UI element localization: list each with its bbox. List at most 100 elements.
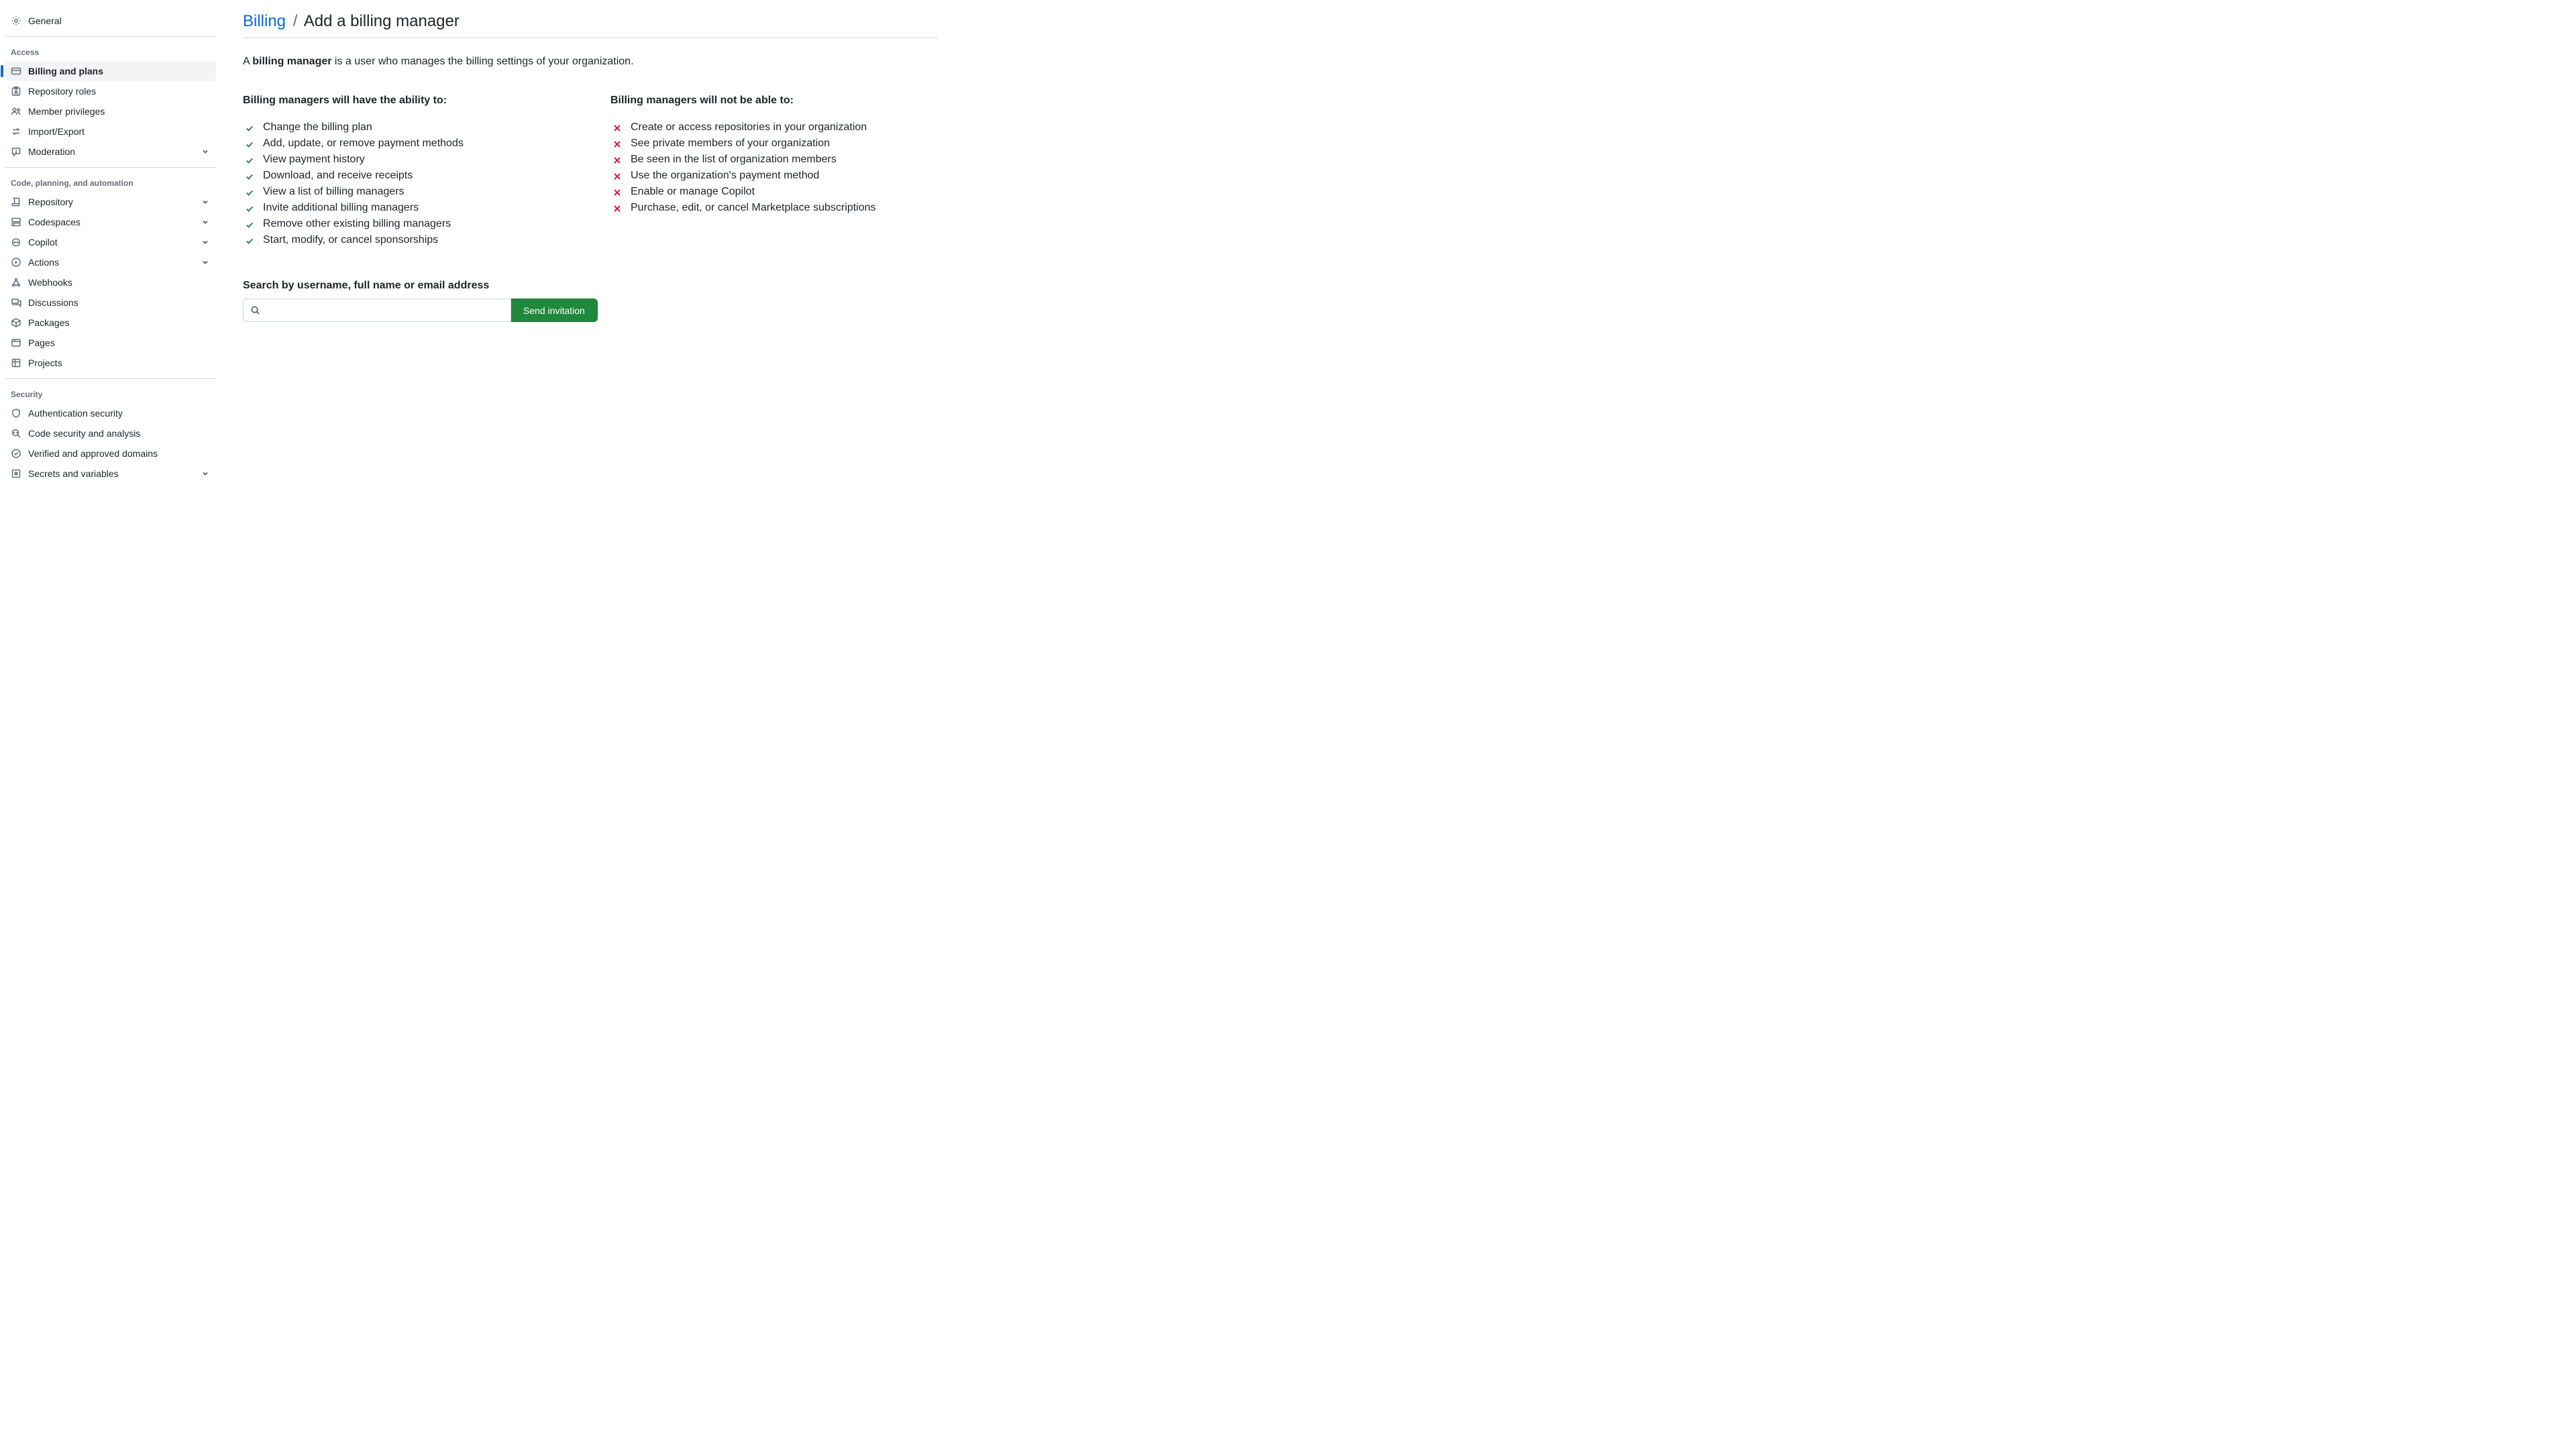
check-icon bbox=[243, 186, 256, 199]
ability-text: Create or access repositories in your or… bbox=[631, 121, 867, 133]
sidebar-label: Packages bbox=[28, 317, 211, 328]
ability-text: Invite additional billing managers bbox=[263, 202, 419, 214]
sidebar-item-packages[interactable]: Packages bbox=[5, 313, 216, 333]
main-content: Billing / Add a billing manager A billin… bbox=[221, 0, 959, 494]
intro-prefix: A bbox=[243, 56, 252, 67]
sidebar-item-billing-and-plans[interactable]: Billing and plans bbox=[5, 61, 216, 81]
sidebar-item-repository[interactable]: Repository bbox=[5, 192, 216, 212]
check-icon bbox=[243, 121, 256, 135]
cross-icon bbox=[610, 186, 624, 199]
sidebar-label: Webhooks bbox=[28, 277, 211, 288]
abilities-willnot-title: Billing managers will not be able to: bbox=[610, 95, 938, 107]
sidebar-item-authentication-security[interactable]: Authentication security bbox=[5, 403, 216, 423]
sidebar-label: Discussions bbox=[28, 297, 211, 308]
check-circle-icon bbox=[11, 448, 21, 459]
ability-willnot-item: Be seen in the list of organization memb… bbox=[610, 152, 938, 168]
willnot-prefix: Billing managers bbox=[610, 95, 700, 106]
sidebar-label: Verified and approved domains bbox=[28, 448, 211, 459]
breadcrumb-current: Add a billing manager bbox=[304, 12, 460, 30]
people-icon bbox=[11, 106, 21, 117]
sidebar-item-moderation[interactable]: Moderation bbox=[5, 142, 216, 162]
search-input-wrap bbox=[243, 299, 511, 322]
will-prefix: Billing managers bbox=[243, 95, 332, 106]
ability-will-item: View payment history bbox=[243, 152, 570, 168]
abilities-section: Billing managers will have the ability t… bbox=[243, 95, 938, 249]
sidebar-label: Repository bbox=[28, 197, 200, 207]
abilities-will-list: Change the billing plan Add, update, or r… bbox=[243, 120, 570, 249]
sidebar-item-projects[interactable]: Projects bbox=[5, 353, 216, 373]
ability-text: View a list of billing managers bbox=[263, 186, 404, 198]
check-icon bbox=[243, 138, 256, 151]
cross-icon bbox=[610, 138, 624, 151]
chevron-down-icon bbox=[200, 468, 211, 479]
ability-willnot-item: Use the organization's payment method bbox=[610, 168, 938, 184]
ability-will-item: Change the billing plan bbox=[243, 120, 570, 136]
sidebar-label: Moderation bbox=[28, 146, 200, 157]
will-bold: will bbox=[332, 95, 350, 106]
willnot-suffix: be able to: bbox=[737, 95, 793, 106]
ability-willnot-item: Create or access repositories in your or… bbox=[610, 120, 938, 136]
copilot-icon bbox=[11, 237, 21, 248]
search-label: Search by username, full name or email a… bbox=[243, 280, 938, 292]
cross-icon bbox=[610, 170, 624, 183]
send-invitation-button[interactable]: Send invitation bbox=[511, 299, 598, 322]
ability-willnot-item: See private members of your organization bbox=[610, 136, 938, 152]
credit-card-icon bbox=[11, 66, 21, 76]
sidebar-item-copilot[interactable]: Copilot bbox=[5, 232, 216, 252]
sidebar-item-general[interactable]: General bbox=[5, 11, 216, 31]
sidebar-item-code-security-analysis[interactable]: Code security and analysis bbox=[5, 423, 216, 443]
breadcrumb-separator: / bbox=[293, 12, 298, 30]
chevron-down-icon bbox=[200, 237, 211, 248]
willnot-bold: will not bbox=[700, 95, 737, 106]
sidebar-item-repository-roles[interactable]: Repository roles bbox=[5, 81, 216, 101]
sidebar-item-member-privileges[interactable]: Member privileges bbox=[5, 101, 216, 121]
sidebar-item-verified-domains[interactable]: Verified and approved domains bbox=[5, 443, 216, 464]
ability-willnot-item: Enable or manage Copilot bbox=[610, 184, 938, 201]
ability-will-item: View a list of billing managers bbox=[243, 184, 570, 201]
ability-will-item: Download, and receive receipts bbox=[243, 168, 570, 184]
sidebar-item-import-export[interactable]: Import/Export bbox=[5, 121, 216, 142]
package-icon bbox=[11, 317, 21, 328]
settings-sidebar: General Access Billing and plans Reposit… bbox=[0, 0, 221, 494]
divider bbox=[5, 36, 216, 37]
search-icon bbox=[250, 305, 260, 316]
ability-willnot-item: Purchase, edit, or cancel Marketplace su… bbox=[610, 201, 938, 217]
sidebar-label: Pages bbox=[28, 337, 211, 348]
check-icon bbox=[243, 218, 256, 231]
sidebar-label: Secrets and variables bbox=[28, 468, 200, 479]
ability-will-item: Invite additional billing managers bbox=[243, 201, 570, 217]
sidebar-label: General bbox=[28, 15, 211, 26]
comment-report-icon bbox=[11, 146, 21, 157]
ability-will-item: Add, update, or remove payment methods bbox=[243, 136, 570, 152]
ability-text: Download, and receive receipts bbox=[263, 170, 413, 182]
sidebar-label: Member privileges bbox=[28, 106, 211, 117]
sidebar-item-secrets-variables[interactable]: Secrets and variables bbox=[5, 464, 216, 484]
ability-text: View payment history bbox=[263, 154, 365, 166]
search-input[interactable] bbox=[243, 299, 511, 322]
sidebar-item-pages[interactable]: Pages bbox=[5, 333, 216, 353]
check-icon bbox=[243, 170, 256, 183]
sidebar-item-discussions[interactable]: Discussions bbox=[5, 292, 216, 313]
sidebar-section-access: Access bbox=[5, 42, 216, 61]
ability-text: Change the billing plan bbox=[263, 121, 372, 133]
sidebar-item-webhooks[interactable]: Webhooks bbox=[5, 272, 216, 292]
ability-text: Start, modify, or cancel sponsorships bbox=[263, 234, 438, 246]
divider bbox=[5, 167, 216, 168]
will-suffix: have the ability to: bbox=[350, 95, 447, 106]
sidebar-item-actions[interactable]: Actions bbox=[5, 252, 216, 272]
ability-text: See private members of your organization bbox=[631, 138, 830, 150]
ability-text: Be seen in the list of organization memb… bbox=[631, 154, 837, 166]
discussions-icon bbox=[11, 297, 21, 308]
sidebar-label: Copilot bbox=[28, 237, 200, 248]
sidebar-item-codespaces[interactable]: Codespaces bbox=[5, 212, 216, 232]
sidebar-label: Import/Export bbox=[28, 126, 211, 137]
abilities-willnot-list: Create or access repositories in your or… bbox=[610, 120, 938, 217]
breadcrumb-billing-link[interactable]: Billing bbox=[243, 12, 286, 30]
cross-icon bbox=[610, 202, 624, 215]
ability-text: Enable or manage Copilot bbox=[631, 186, 755, 198]
sidebar-section-security: Security bbox=[5, 384, 216, 403]
id-badge-icon bbox=[11, 86, 21, 97]
ability-text: Add, update, or remove payment methods bbox=[263, 138, 464, 150]
cross-icon bbox=[610, 154, 624, 167]
codespaces-icon bbox=[11, 217, 21, 227]
